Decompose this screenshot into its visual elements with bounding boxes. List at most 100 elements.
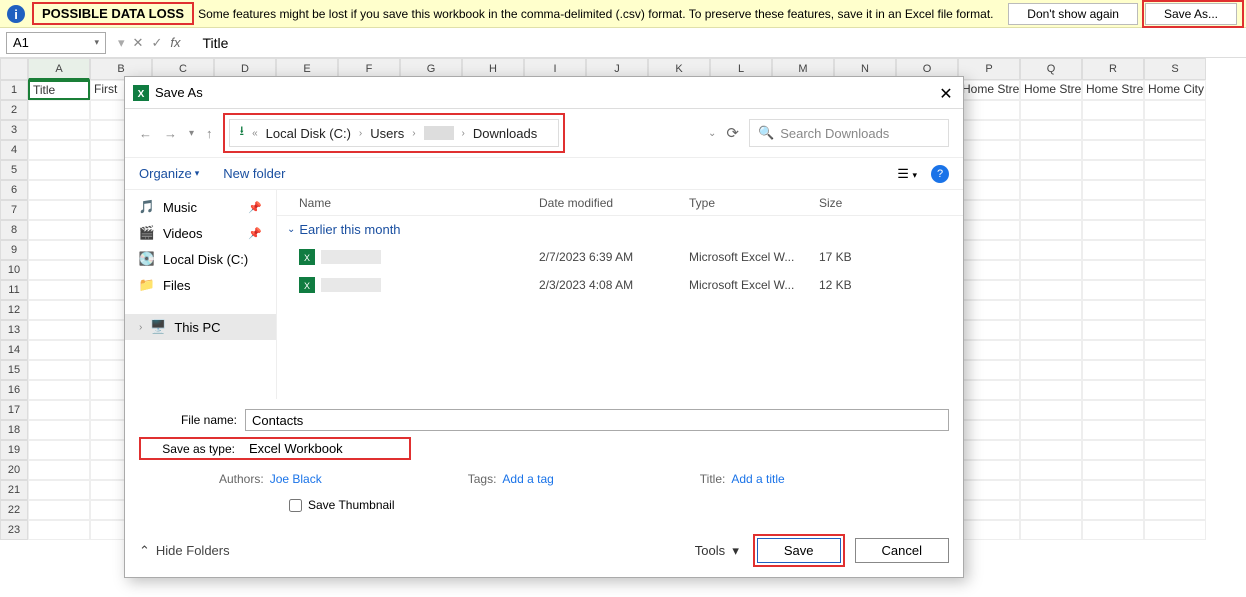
cell[interactable]: [1020, 160, 1082, 180]
cell[interactable]: [958, 260, 1020, 280]
cell[interactable]: [28, 200, 90, 220]
tree-item-music[interactable]: 🎵Music📌: [125, 194, 276, 220]
cell[interactable]: [1082, 400, 1144, 420]
file-group[interactable]: ⌄Earlier this month: [277, 216, 963, 243]
cell[interactable]: [1144, 100, 1206, 120]
row-header[interactable]: 20: [0, 460, 28, 480]
row-header[interactable]: 13: [0, 320, 28, 340]
title-value[interactable]: Add a title: [731, 472, 784, 486]
dont-show-again-button[interactable]: Don't show again: [1008, 3, 1138, 25]
cell[interactable]: [1020, 380, 1082, 400]
cell[interactable]: [1020, 340, 1082, 360]
cell[interactable]: [1020, 200, 1082, 220]
cell[interactable]: [1020, 180, 1082, 200]
row-header[interactable]: 15: [0, 360, 28, 380]
cell[interactable]: [1020, 300, 1082, 320]
column-header[interactable]: P: [958, 58, 1020, 80]
cell[interactable]: [958, 380, 1020, 400]
cell[interactable]: [958, 140, 1020, 160]
cell[interactable]: [1144, 440, 1206, 460]
cell[interactable]: [1144, 320, 1206, 340]
cell[interactable]: [958, 460, 1020, 480]
breadcrumb-seg-redacted[interactable]: [424, 126, 454, 140]
cell[interactable]: [1082, 420, 1144, 440]
cell[interactable]: [1144, 140, 1206, 160]
cell[interactable]: [1082, 480, 1144, 500]
row-header[interactable]: 8: [0, 220, 28, 240]
cell[interactable]: [1144, 280, 1206, 300]
file-row[interactable]: X2/7/2023 6:39 AMMicrosoft Excel W...17 …: [277, 243, 963, 271]
cell[interactable]: [1082, 380, 1144, 400]
column-header[interactable]: A: [28, 58, 90, 80]
help-icon[interactable]: ?: [931, 165, 949, 183]
cell[interactable]: [28, 400, 90, 420]
cell[interactable]: [1020, 240, 1082, 260]
row-header[interactable]: 22: [0, 500, 28, 520]
row-header[interactable]: 19: [0, 440, 28, 460]
cell[interactable]: [1082, 520, 1144, 540]
row-header[interactable]: 3: [0, 120, 28, 140]
cell[interactable]: [1020, 140, 1082, 160]
cell[interactable]: [1020, 440, 1082, 460]
cell[interactable]: [1020, 280, 1082, 300]
cell[interactable]: [1082, 460, 1144, 480]
cell[interactable]: [28, 180, 90, 200]
back-icon[interactable]: ←: [139, 126, 152, 141]
column-header[interactable]: Q: [1020, 58, 1082, 80]
save-thumbnail-checkbox[interactable]: [289, 499, 302, 512]
chevron-right-icon[interactable]: ›: [139, 322, 142, 333]
cell[interactable]: [28, 160, 90, 180]
cell[interactable]: [1020, 460, 1082, 480]
cell[interactable]: [28, 340, 90, 360]
cell[interactable]: [1144, 360, 1206, 380]
forward-icon[interactable]: →: [164, 126, 177, 141]
cell[interactable]: [28, 440, 90, 460]
cell[interactable]: [958, 520, 1020, 540]
cell[interactable]: [1144, 200, 1206, 220]
cell[interactable]: Home City: [1144, 80, 1206, 100]
cell[interactable]: [28, 420, 90, 440]
cell[interactable]: [958, 120, 1020, 140]
file-list-header[interactable]: Name Date modified Type Size: [277, 190, 963, 216]
cell[interactable]: [1020, 400, 1082, 420]
search-input[interactable]: 🔍 Search Downloads: [749, 119, 949, 147]
cell[interactable]: [1082, 280, 1144, 300]
cell[interactable]: [28, 220, 90, 240]
cell[interactable]: [28, 460, 90, 480]
cell[interactable]: [28, 240, 90, 260]
breadcrumb[interactable]: ⭳ « Local Disk (C:) › Users › › Download…: [229, 119, 559, 147]
authors-value[interactable]: Joe Black: [270, 472, 322, 486]
cell[interactable]: [1144, 480, 1206, 500]
cell[interactable]: [28, 360, 90, 380]
row-header[interactable]: 14: [0, 340, 28, 360]
tags-value[interactable]: Add a tag: [502, 472, 553, 486]
save-as-button[interactable]: Save As...: [1145, 3, 1237, 25]
pin-icon[interactable]: 📌: [248, 227, 262, 240]
cell[interactable]: [1082, 220, 1144, 240]
cell[interactable]: [1082, 240, 1144, 260]
cell[interactable]: [1020, 360, 1082, 380]
cell[interactable]: [1020, 420, 1082, 440]
cell[interactable]: [1082, 100, 1144, 120]
cell[interactable]: [1082, 200, 1144, 220]
tree-item-thispc[interactable]: ›🖥️This PC: [125, 314, 276, 340]
cell[interactable]: [1144, 260, 1206, 280]
organize-menu[interactable]: Organize ▾: [139, 166, 199, 181]
cell[interactable]: [1144, 300, 1206, 320]
chevron-down-icon[interactable]: ▾: [189, 128, 194, 139]
cell[interactable]: [958, 160, 1020, 180]
cell[interactable]: [958, 100, 1020, 120]
cell[interactable]: [1082, 300, 1144, 320]
row-header[interactable]: 10: [0, 260, 28, 280]
cell[interactable]: [958, 400, 1020, 420]
col-name[interactable]: Name: [299, 196, 539, 210]
cell[interactable]: [28, 500, 90, 520]
col-date[interactable]: Date modified: [539, 196, 689, 210]
column-header[interactable]: S: [1144, 58, 1206, 80]
breadcrumb-seg[interactable]: Downloads: [473, 126, 537, 141]
row-header[interactable]: 5: [0, 160, 28, 180]
cell[interactable]: [1020, 100, 1082, 120]
cell[interactable]: [1020, 120, 1082, 140]
dropdown-icon[interactable]: ▾: [118, 35, 125, 51]
cell[interactable]: [1082, 140, 1144, 160]
